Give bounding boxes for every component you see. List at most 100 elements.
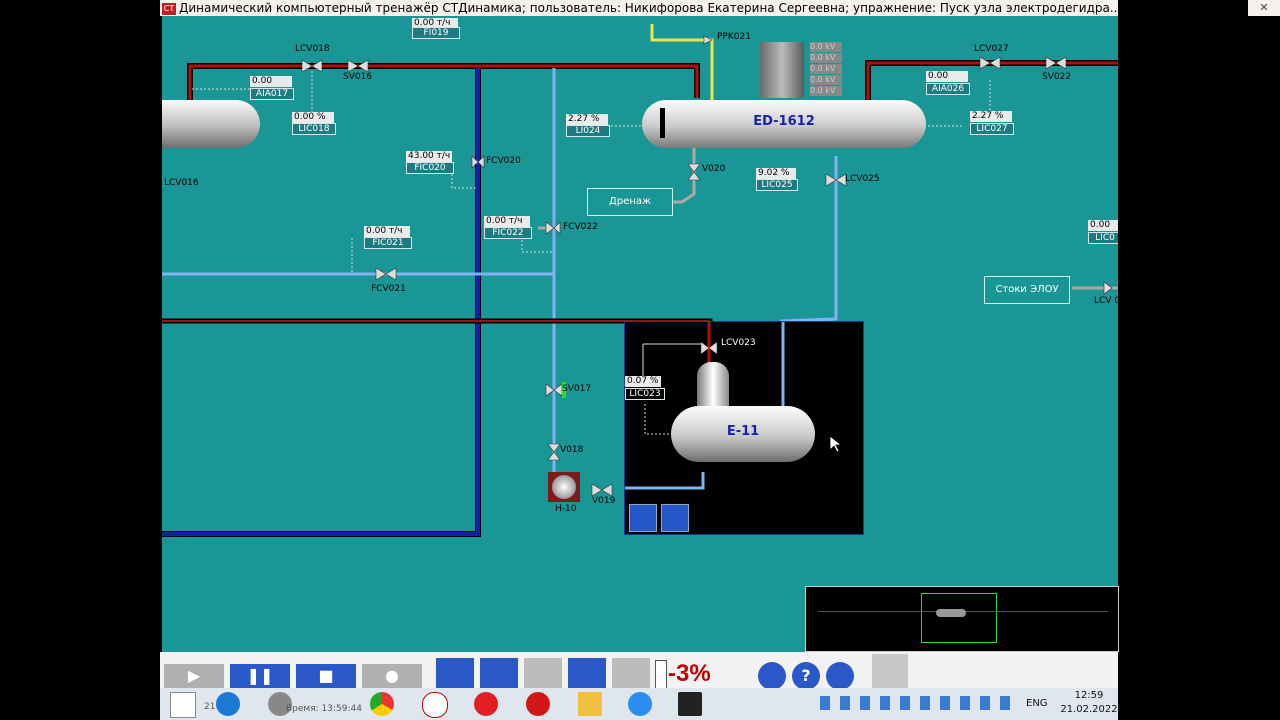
sv022-label: SV022	[1042, 72, 1072, 82]
overview-minimap[interactable]	[805, 586, 1119, 652]
fcv022-valve	[545, 221, 561, 235]
speed-slider[interactable]	[655, 660, 667, 690]
process-mimic-canvas: ED-1612 0.0 kV 0.0 kV 0.0 kV 0.0 kV 0.0 …	[162, 16, 1118, 652]
ppk021-label: PPK021	[717, 32, 751, 42]
aia026-value: 0.00	[926, 71, 968, 82]
sv016-label: SV016	[343, 72, 373, 82]
e-11-vessel[interactable]: E-11	[671, 406, 815, 462]
lic025-value: 9.02 %	[756, 168, 796, 179]
fcv022-label: FCV022	[563, 222, 598, 232]
e-11-panel: LCV023 0.07 % LIC023 E-11	[624, 321, 864, 535]
zoom-icon[interactable]	[628, 692, 652, 716]
lcv025-valve	[825, 173, 847, 187]
minimap-viewport[interactable]	[921, 593, 997, 643]
lic025-tag[interactable]: LIC025	[756, 179, 798, 191]
close-button[interactable]: ✕	[1248, 0, 1280, 16]
aia017-value: 0.00	[250, 76, 292, 87]
e-11-dome	[697, 362, 729, 408]
logo-icon[interactable]	[826, 662, 854, 690]
fic022-value: 0.00 т/ч	[484, 216, 530, 227]
lcv-right-valve	[1103, 281, 1113, 295]
speed-readout: -3%	[668, 660, 711, 687]
lic023-value: 0.07 %	[625, 376, 661, 387]
yandex-icon[interactable]	[474, 692, 498, 716]
stop-button[interactable]: ■	[296, 664, 356, 688]
play-button[interactable]: ▶	[164, 664, 224, 688]
fcv020-label: FCV020	[486, 156, 521, 166]
fcv020-valve	[471, 155, 485, 169]
v020-valve	[687, 163, 701, 181]
system-tray-icons[interactable]	[820, 696, 1010, 710]
app-logo-icon: СТ	[162, 2, 176, 15]
input-language[interactable]: ENG	[1026, 698, 1048, 709]
ppk021-valve	[703, 35, 713, 45]
lic-right-value: 0.00 %	[1088, 220, 1118, 241]
fic022-tag[interactable]: FIC022	[484, 227, 532, 239]
taskbar-time-text: Время: 13:59:44	[286, 704, 362, 714]
clock-time[interactable]: 12:59	[1064, 690, 1114, 701]
fi019-tag[interactable]: FI019	[412, 27, 460, 39]
drain-label[interactable]: Дренаж	[587, 188, 673, 216]
edge-icon[interactable]	[216, 692, 240, 716]
v018-valve	[547, 443, 561, 461]
fic020-value: 43.00 т/ч	[406, 151, 452, 162]
fcv021-label: FCV021	[371, 284, 406, 294]
li024-value: 2.27 %	[566, 114, 608, 125]
e-11-view-button[interactable]	[661, 504, 689, 532]
sv017-label: SV017	[562, 384, 592, 394]
clock-date[interactable]: 21.02.2022	[1060, 704, 1118, 715]
start-icon[interactable]	[170, 692, 196, 718]
settings-icon[interactable]	[758, 662, 786, 690]
lic027-value: 2.27 %	[970, 111, 1012, 122]
minimap-vessel	[936, 609, 966, 617]
fic021-value: 0.00 т/ч	[364, 226, 410, 237]
lic027-tag[interactable]: LIC027	[970, 123, 1014, 135]
aia017-tag[interactable]: AIA017	[250, 88, 294, 100]
h10-label: H-10	[555, 504, 577, 514]
lcv018-label: LCV018	[295, 44, 330, 54]
opera-icon[interactable]	[526, 692, 550, 716]
lic023-tag[interactable]: LIC023	[625, 388, 665, 400]
simulator-toolbar: ▶ ❚❚ ■ ● -3% ?	[160, 652, 1118, 690]
elou-drain-label[interactable]: Стоки ЭЛОУ	[984, 276, 1070, 304]
record-button[interactable]: ●	[362, 664, 422, 688]
lic018-tag[interactable]: LIC018	[292, 123, 336, 135]
mouse-cursor-icon	[830, 436, 842, 453]
pause-button[interactable]: ❚❚	[230, 664, 290, 688]
lcv027-valve	[979, 56, 1001, 70]
help-icon[interactable]: ?	[792, 662, 820, 690]
taskbar-hidden-text: 21	[204, 702, 216, 712]
gauge-icon[interactable]	[612, 658, 650, 688]
window-title: Динамический компьютерный тренажёр СТДин…	[179, 1, 1118, 15]
lcv023-label: LCV023	[721, 338, 756, 348]
h-10-pump[interactable]	[548, 472, 580, 502]
v019-label: V019	[592, 496, 616, 506]
lcv-right-label: LCV 0	[1094, 296, 1118, 306]
os-taskbar: 21 Время: 13:59:44 ENG 12:59 21.02.2022	[160, 688, 1118, 720]
chrome-icon[interactable]	[370, 692, 394, 716]
lcv016-label: LCV016	[164, 178, 199, 188]
sv016-valve	[347, 59, 369, 73]
e-11-label: E-11	[726, 424, 760, 439]
trend-icon[interactable]	[436, 658, 474, 688]
sv022-valve	[1045, 56, 1067, 70]
camera-icon[interactable]	[568, 658, 606, 688]
v018-label: V018	[560, 445, 584, 455]
lic-right-tag[interactable]: LIC0	[1088, 232, 1118, 244]
v019-valve	[591, 483, 613, 497]
aia026-tag[interactable]: AIA026	[926, 83, 970, 95]
fic021-tag[interactable]: FIC021	[364, 237, 412, 249]
yandex-browser-icon[interactable]	[422, 692, 448, 718]
folder-icon[interactable]	[578, 692, 602, 716]
waveform-icon[interactable]	[480, 658, 518, 688]
lcv027-label: LCV027	[974, 44, 1009, 54]
e-11-icon-button[interactable]	[629, 504, 657, 532]
film-icon[interactable]	[524, 658, 562, 688]
li024-tag[interactable]: LI024	[566, 125, 610, 137]
simulator-app-icon[interactable]	[678, 692, 702, 716]
window-titlebar: СТ Динамический компьютерный тренажёр СТД…	[160, 0, 1118, 16]
lcv018-valve	[301, 59, 323, 73]
fic020-tag[interactable]: FIC020	[406, 162, 454, 174]
user-avatar[interactable]	[872, 654, 908, 688]
v020-label: V020	[702, 164, 726, 174]
